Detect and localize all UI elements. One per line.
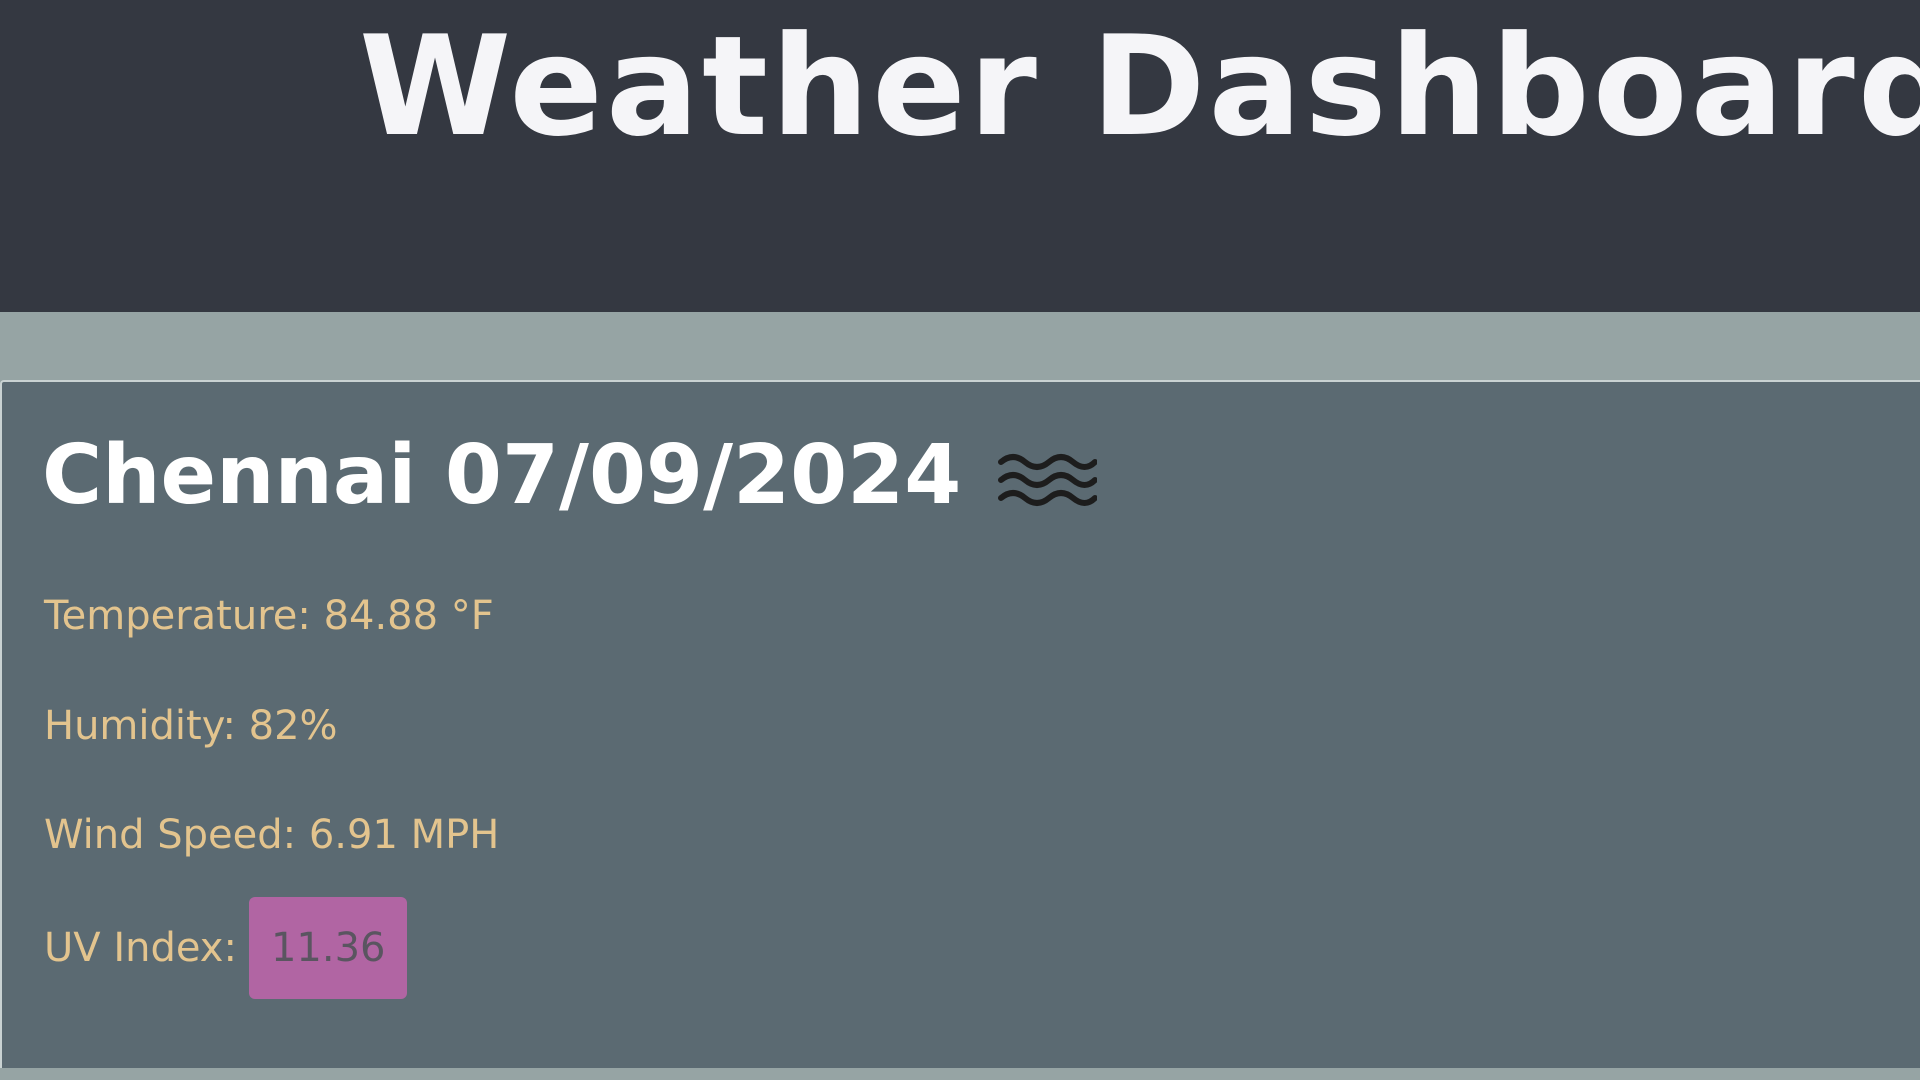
- current-weather-card: Chennai 07/09/2024 Temperature: 84.88 °F…: [0, 380, 1920, 1068]
- temperature-stat: Temperature: 84.88 °F: [44, 593, 494, 639]
- uv-index-badge: 11.36: [248, 897, 408, 999]
- uv-index-stat: UV Index: 11.36: [44, 897, 408, 999]
- uv-index-label: UV Index:: [44, 925, 237, 971]
- city-date-text: Chennai 07/09/2024: [42, 428, 962, 523]
- forecast-area-band: [0, 1068, 1920, 1080]
- search-area-band: [0, 312, 1920, 380]
- page-title: Weather Dashboard: [359, 6, 1920, 167]
- wind-speed-stat: Wind Speed: 6.91 MPH: [44, 812, 500, 858]
- mist-icon: [997, 448, 1099, 518]
- page-header: Weather Dashboard: [0, 0, 1920, 312]
- city-date-heading: Chennai 07/09/2024: [42, 428, 1099, 523]
- humidity-stat: Humidity: 82%: [44, 703, 338, 749]
